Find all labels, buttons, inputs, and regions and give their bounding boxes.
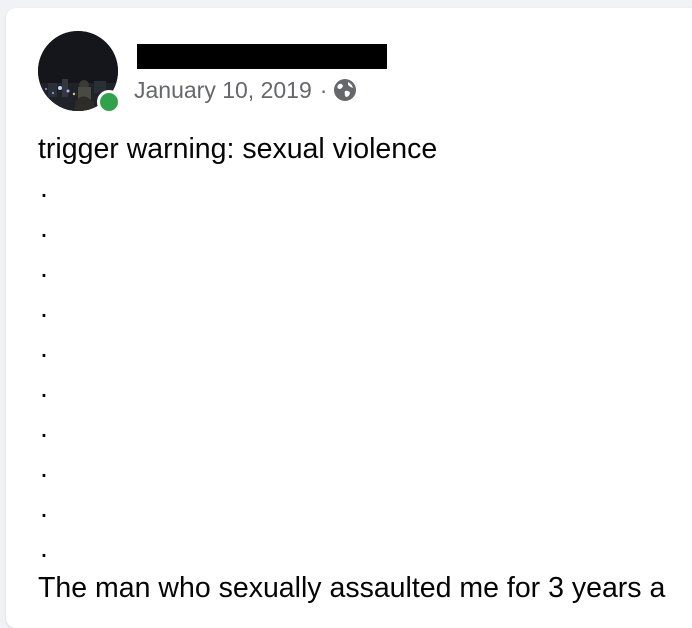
post-date[interactable]: January 10, 2019: [134, 77, 312, 104]
online-status-indicator: [97, 90, 121, 114]
dot-line: .: [40, 332, 48, 364]
meta-separator: ·: [319, 76, 328, 103]
dot-line: .: [40, 372, 48, 404]
post-meta: January 10, 2019 ·: [134, 75, 357, 105]
globe-icon[interactable]: [333, 78, 357, 102]
redacted-author-name: [137, 44, 387, 69]
post-body: trigger warning: sexual violence . . . .…: [38, 130, 692, 568]
post-text-continuation: The man who sexually assaulted me for 3 …: [38, 572, 666, 604]
dot-line: .: [40, 412, 48, 444]
dot-line: .: [40, 292, 48, 324]
trigger-warning-text: trigger warning: sexual violence: [38, 133, 438, 165]
dot-line: .: [40, 532, 48, 564]
post-card: January 10, 2019 · trigger warning: sexu…: [6, 8, 692, 628]
dot-line: .: [40, 252, 48, 284]
dot-line: .: [40, 452, 48, 484]
dot-line: .: [40, 492, 48, 524]
author-avatar[interactable]: [38, 31, 121, 114]
dot-line: .: [40, 212, 48, 244]
dot-line: .: [40, 172, 48, 204]
